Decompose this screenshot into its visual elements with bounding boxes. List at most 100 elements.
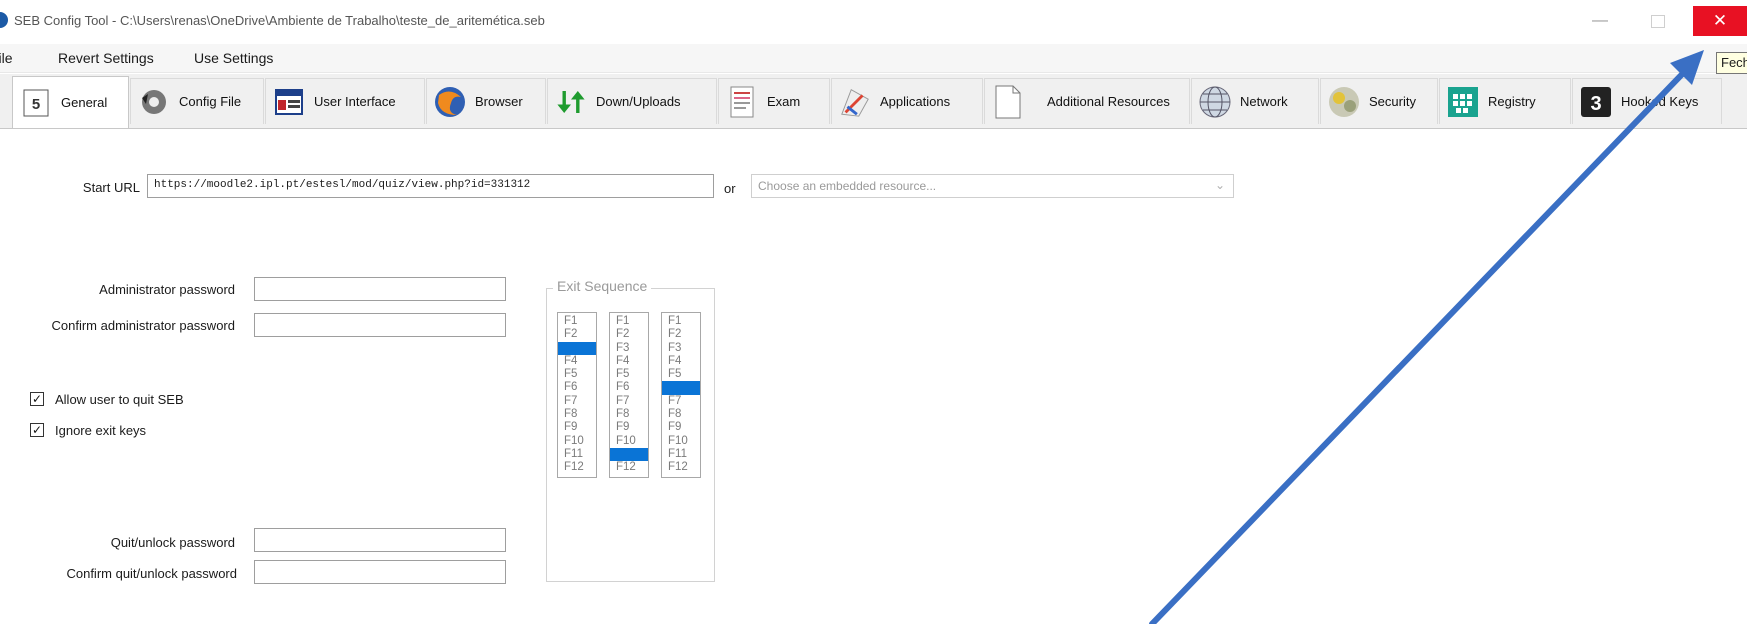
admin-password-label: Administrator password (99, 282, 235, 297)
config-file-icon (137, 85, 171, 119)
close-tooltip: Fech (1716, 52, 1747, 74)
menu-use-settings[interactable]: Use Settings (194, 50, 273, 66)
exit-key-option[interactable]: F4 (662, 355, 700, 368)
browser-icon (433, 85, 467, 119)
tab-config-file-label: Config File (179, 94, 242, 109)
quit-password-input[interactable] (254, 528, 506, 552)
tab-network-label: Network (1240, 94, 1288, 109)
tab-user-interface[interactable]: User Interface (265, 78, 425, 124)
exit-key-option[interactable]: F10 (558, 435, 596, 448)
exit-key-option[interactable]: F2 (662, 328, 700, 341)
exit-key-option[interactable]: F12 (662, 461, 700, 474)
exit-key-option[interactable]: F12 (558, 461, 596, 474)
ignore-exit-keys-checkbox[interactable]: ✓ (30, 423, 44, 437)
exit-key-option[interactable]: F7 (662, 395, 700, 408)
exit-key-option[interactable]: F2 (558, 328, 596, 341)
close-button[interactable]: ✕ (1693, 6, 1747, 36)
tab-down-uploads-label: Down/Uploads (596, 94, 681, 109)
exit-key-option[interactable]: F7 (610, 395, 648, 408)
exit-key-option[interactable]: F1 (558, 315, 596, 328)
menu-file[interactable]: File (0, 50, 13, 66)
tab-exam-label: Exam (767, 94, 801, 109)
title-bar: SEB Config Tool - C:\Users\renas\OneDriv… (0, 0, 1747, 42)
tab-applications-label: Applications (880, 94, 951, 109)
tab-browser[interactable]: Browser (426, 78, 546, 124)
exit-key-option[interactable]: F8 (558, 408, 596, 421)
minimize-button[interactable]: — (1585, 8, 1615, 34)
start-url-label: Start URL (82, 180, 140, 195)
tab-network[interactable]: Network (1191, 78, 1319, 124)
exit-key-option[interactable]: F2 (610, 328, 648, 341)
exit-key-option[interactable]: F12 (610, 461, 648, 474)
tab-applications[interactable]: Applications (831, 78, 983, 124)
exit-key-option[interactable]: F9 (662, 421, 700, 434)
svg-text:5: 5 (32, 96, 40, 113)
quit-password-label: Quit/unlock password (110, 535, 235, 550)
tab-additional-resources[interactable]: Additional Resources (984, 78, 1190, 124)
admin-password-input[interactable] (254, 277, 506, 301)
embedded-resource-select[interactable]: Choose an embedded resource... ⌄ (751, 174, 1234, 198)
exit-key-option[interactable]: F1 (610, 315, 648, 328)
exit-key-option[interactable]: F5 (662, 368, 700, 381)
exit-key-option[interactable]: F6 (610, 381, 648, 394)
tab-exam[interactable]: Exam (718, 78, 830, 124)
tab-strip: 5 General Config File User Interface Bro… (0, 74, 1747, 129)
exit-key-option[interactable]: F9 (558, 421, 596, 434)
tab-security-label: Security (1369, 94, 1416, 109)
down-uploads-icon (554, 85, 588, 119)
or-label: or (724, 181, 736, 196)
exit-key-option[interactable]: F3 (558, 341, 596, 355)
exit-key-option[interactable]: F1 (662, 315, 700, 328)
svg-text:3: 3 (1590, 93, 1601, 115)
exit-key-option[interactable]: F4 (610, 355, 648, 368)
exit-key-option[interactable]: F3 (610, 342, 648, 355)
tab-down-uploads[interactable]: Down/Uploads (547, 78, 717, 124)
exit-key-option[interactable]: F9 (610, 421, 648, 434)
menu-revert-settings[interactable]: Revert Settings (58, 50, 154, 66)
window-title: SEB Config Tool - C:\Users\renas\OneDriv… (14, 13, 545, 28)
start-url-input[interactable]: https://moodle2.ipl.pt/estesl/mod/quiz/v… (147, 174, 714, 198)
exit-key-option[interactable]: F6 (558, 381, 596, 394)
tab-config-file[interactable]: Config File (130, 78, 264, 124)
applications-icon (838, 85, 872, 119)
security-icon (1327, 85, 1361, 119)
ignore-exit-keys-label: Ignore exit keys (55, 423, 147, 438)
exit-key-option[interactable]: F8 (662, 408, 700, 421)
exit-key-option[interactable]: F7 (558, 395, 596, 408)
exit-key-option[interactable]: F10 (610, 435, 648, 448)
general-icon: 5 (19, 86, 53, 120)
exit-key-option[interactable]: F3 (662, 342, 700, 355)
maximize-button[interactable] (1643, 8, 1673, 34)
exit-key-option[interactable]: F11 (610, 447, 648, 462)
exit-key-option[interactable]: F10 (662, 435, 700, 448)
menu-bar: File Revert Settings Use Settings (0, 44, 1747, 73)
exit-key-option[interactable]: F11 (558, 448, 596, 461)
seb-logo-icon (0, 12, 8, 28)
tab-browser-label: Browser (475, 94, 523, 109)
exit-key-list-1[interactable]: F1 F2 F3 F4 F5 F6 F7 F8 F9 F10 F11 F12 (557, 312, 597, 478)
exit-key-option[interactable]: F5 (558, 368, 596, 381)
exit-sequence-title: Exit Sequence (553, 278, 652, 294)
exit-key-list-2[interactable]: F1 F2 F3 F4 F5 F6 F7 F8 F9 F10 F11 F12 (609, 312, 649, 478)
exit-key-option[interactable]: F11 (662, 448, 700, 461)
exit-key-option[interactable]: F8 (610, 408, 648, 421)
confirm-admin-password-label: Confirm administrator password (51, 318, 235, 333)
tab-user-interface-label: User Interface (314, 94, 396, 109)
tab-general[interactable]: 5 General (12, 76, 129, 128)
tab-hooked-keys[interactable]: 3 Hooked Keys (1572, 78, 1722, 124)
confirm-admin-password-input[interactable] (254, 313, 506, 337)
confirm-quit-password-label: Confirm quit/unlock password (66, 566, 237, 581)
tab-hooked-keys-label: Hooked Keys (1621, 94, 1699, 109)
hooked-keys-icon: 3 (1579, 85, 1613, 119)
exit-key-option[interactable]: F5 (610, 368, 648, 381)
confirm-quit-password-input[interactable] (254, 560, 506, 584)
additional-resources-icon (991, 85, 1025, 119)
exam-icon (725, 85, 759, 119)
allow-quit-label: Allow user to quit SEB (55, 392, 184, 407)
exit-key-option[interactable]: F6 (662, 381, 700, 395)
exit-key-option[interactable]: F4 (558, 355, 596, 368)
tab-registry[interactable]: Registry (1439, 78, 1571, 124)
exit-key-list-3[interactable]: F1 F2 F3 F4 F5 F6 F7 F8 F9 F10 F11 F12 (661, 312, 701, 478)
allow-quit-checkbox[interactable]: ✓ (30, 392, 44, 406)
tab-security[interactable]: Security (1320, 78, 1438, 124)
